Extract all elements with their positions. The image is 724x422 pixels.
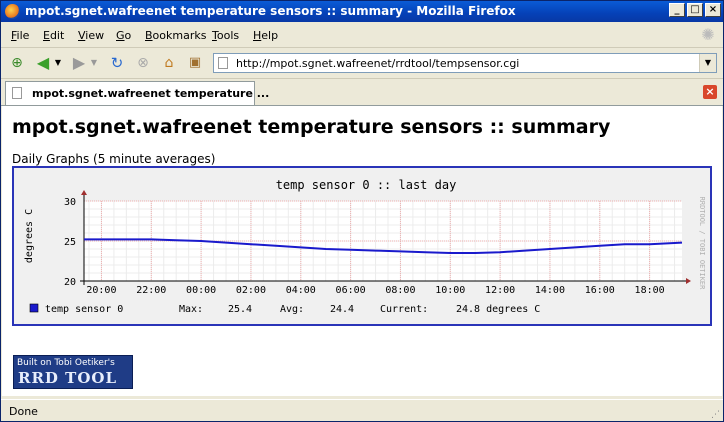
x-tick-label: 02:00 [236,285,266,296]
chart-title: temp sensor 0 :: last day [276,178,457,192]
y-tick-label: 25 [64,237,76,248]
rrdtool-watermark: RRDTOOL / TOBI OETIKER [698,197,706,291]
home-icon[interactable]: ⌂ [159,54,179,72]
page-title: mpot.sgnet.wafreenet temperature sensors… [12,116,611,138]
url-bar[interactable]: ▼ [213,53,717,73]
tab-active[interactable]: mpot.sgnet.wafreenet temperature ... [5,81,269,105]
legend-current-label: Current: [380,304,428,315]
throbber-icon: ✺ [701,25,715,44]
tab-bar: mpot.sgnet.wafreenet temperature ... [1,79,723,106]
menu-help[interactable]: Help [253,29,278,42]
menu-edit-label: dit [49,29,65,42]
x-tick-label: 18:00 [635,285,665,296]
rrdtool-badge-line1: Built on Tobi Oetiker's [17,358,115,368]
menu-tools-label: ools [216,29,240,42]
legend-max-label: Max: [179,304,203,315]
forward-icon[interactable]: ▶ [69,54,89,72]
back-icon[interactable]: ◀ [33,54,53,72]
downloads-icon[interactable]: ▣ [185,54,205,72]
x-tick-label: 04:00 [286,285,316,296]
x-tick-label: 00:00 [186,285,216,296]
menu-file[interactable]: File [11,29,29,42]
menu-edit[interactable]: Edit [43,29,64,42]
menu-bar: File Edit View Go Bookmarks Tools Help ✺ [1,23,723,48]
reload-icon[interactable]: ↻ [107,54,127,72]
tab-label: mpot.sgnet.wafreenet temperature ... [32,87,270,100]
resize-grip-icon[interactable]: ⋰ [711,410,721,420]
new-tab-icon[interactable]: ⊕ [7,54,27,72]
x-tick-label: 22:00 [136,285,166,296]
x-tick-label: 20:00 [86,285,116,296]
window-controls: _ □ × [669,3,721,17]
legend-avg-label: Avg: [280,304,304,315]
status-text: Done [9,405,38,418]
x-tick-label: 12:00 [485,285,515,296]
y-tick-label: 30 [64,197,76,208]
menu-edit-accel: E [43,29,50,42]
menu-go-label: o [124,29,132,42]
tab-page-icon [12,87,22,99]
menu-view-label: iew [85,29,105,42]
x-tick-label: 08:00 [385,285,415,296]
close-button[interactable]: × [705,3,721,17]
page-content: mpot.sgnet.wafreenet temperature sensors… [2,106,722,396]
rrd-graph: 20 25 30 20:00 22:00 00:00 02:00 04:00 06:00 08:… [12,166,712,326]
section-label: Daily Graphs (5 minute averages) [12,152,216,166]
y-axis-label: degrees C [24,209,35,263]
legend-series-name: temp sensor 0 [45,304,123,315]
page-icon [218,57,228,69]
status-bar: Done ⋰ [1,399,723,422]
menu-go-accel: G [116,29,125,42]
x-tick-label: 06:00 [336,285,366,296]
menu-view[interactable]: View [78,29,104,42]
forward-dropdown-icon[interactable]: ▼ [89,54,99,72]
x-tick-label: 10:00 [435,285,465,296]
window-title: mpot.sgnet.wafreenet temperature sensors… [25,4,516,18]
browser-window: mpot.sgnet.wafreenet temperature sensors… [0,0,724,422]
x-tick-label: 16:00 [585,285,615,296]
menu-file-label: ile [16,29,30,42]
title-bar[interactable]: mpot.sgnet.wafreenet temperature sensors… [1,1,723,22]
menu-tools[interactable]: Tools [212,29,239,42]
menu-bookmarks-label: ookmarks [152,29,207,42]
menu-bookmarks-accel: B [145,29,153,42]
url-input[interactable] [236,55,696,71]
maximize-button[interactable]: □ [687,3,703,17]
back-dropdown-icon[interactable]: ▼ [53,54,63,72]
menu-go[interactable]: Go [116,29,131,42]
rrdtool-badge-line2: RRD TOOL [18,369,118,387]
firefox-icon [5,4,20,19]
x-tick-label: 14:00 [535,285,565,296]
minimize-button[interactable]: _ [669,3,685,17]
menu-help-label: elp [261,29,279,42]
legend-swatch [29,303,39,313]
url-dropdown-icon[interactable]: ▼ [699,54,716,72]
menu-bookmarks[interactable]: Bookmarks [145,29,206,42]
tab-close-icon[interactable]: × [703,85,717,99]
rrdtool-badge[interactable]: Built on Tobi Oetiker's RRD TOOL [13,355,133,389]
legend-current-value: 24.8 degrees C [456,304,540,315]
legend-avg-value: 24.4 [330,304,354,315]
y-tick-label: 20 [64,277,76,288]
legend-max-value: 25.4 [228,304,252,315]
stop-icon[interactable]: ⊗ [133,54,153,72]
chart-svg: 20 25 30 20:00 22:00 00:00 02:00 04:00 06:00 08:… [14,168,710,324]
